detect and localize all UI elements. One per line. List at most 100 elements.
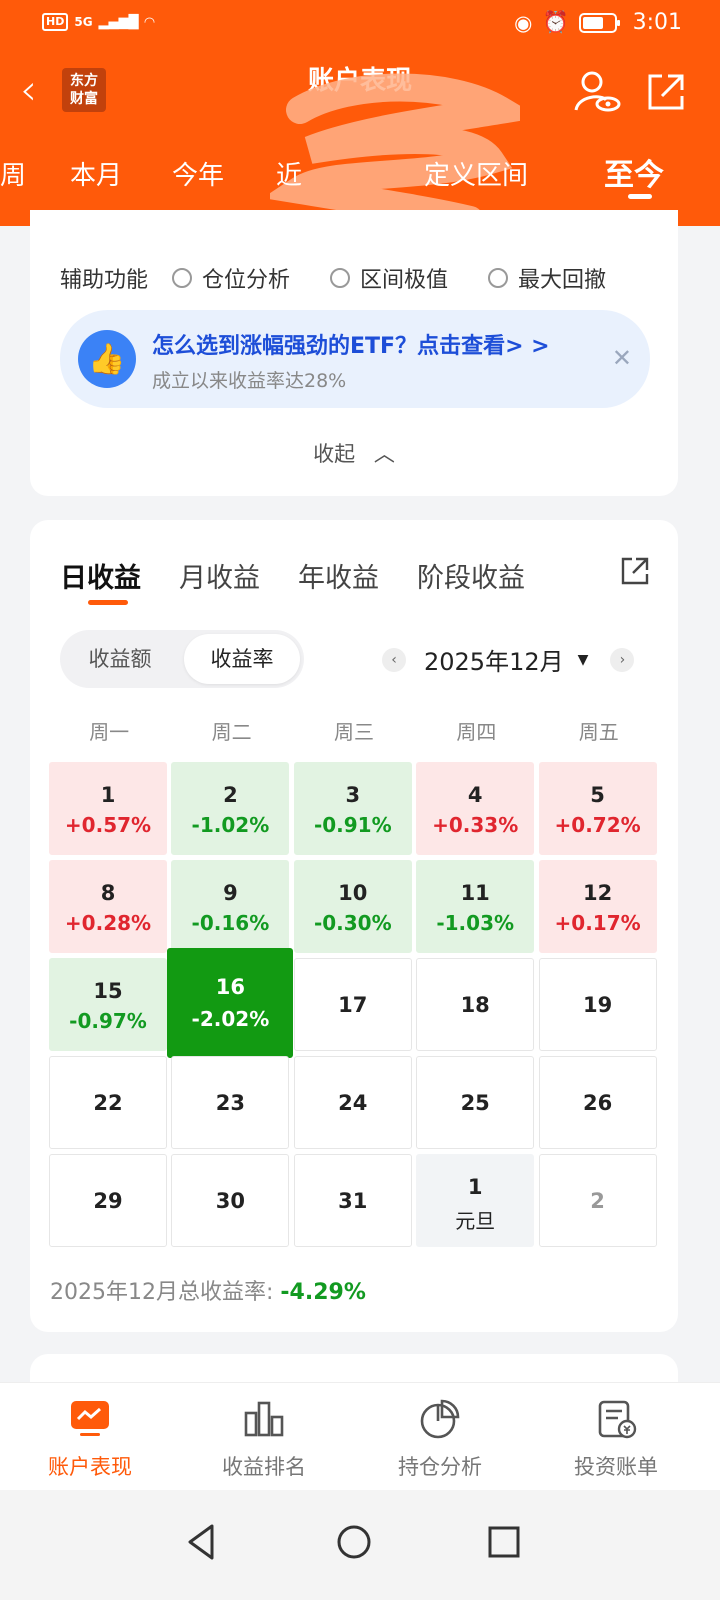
day-return: +0.72% [554, 813, 641, 837]
earnings-card: 日收益 月收益 年收益 阶段收益 收益额 收益率 ‹ 2025年12月 ▼ › … [30, 520, 678, 1332]
calendar-day-cell[interactable]: 18 [416, 958, 535, 1051]
tab-custom-range[interactable]: 定义区间 [424, 155, 528, 192]
bottom-nav: 账户表现 收益排名 持仓分析 投资账单 [0, 1382, 720, 1490]
calendar-day-cell[interactable]: 24 [293, 1056, 412, 1149]
total-value: -4.29% [280, 1280, 366, 1305]
radio-icon [330, 268, 351, 288]
back-triangle-icon[interactable] [180, 1520, 224, 1564]
calendar-day-cell[interactable]: 12 +0.17% [538, 860, 657, 953]
calendar-day-cell[interactable]: 30 [171, 1154, 290, 1247]
day-number: 30 [215, 1189, 245, 1213]
tab-this-month[interactable]: 本月 [70, 155, 122, 192]
back-button[interactable]: ‹ [20, 69, 54, 111]
calendar-day-cell[interactable]: 29 [49, 1154, 167, 1247]
signal-icon: ▂▄▆█ [98, 14, 139, 30]
day-number: 11 [460, 881, 490, 905]
nav-label: 账户表现 [48, 1455, 132, 1479]
app-logo: 东方 财富 [62, 68, 106, 112]
tab-stage[interactable]: 阶段收益 [417, 556, 525, 595]
system-nav-bar [0, 1490, 720, 1600]
calendar-day-cell[interactable]: 10 -0.30% [293, 860, 412, 953]
day-number: 4 [467, 783, 483, 807]
calendar-day-cell[interactable]: 22 [49, 1056, 167, 1149]
calendar-day-cell[interactable]: 16 -2.02% [167, 948, 294, 1058]
aux-label: 辅助功能 [60, 268, 149, 293]
eye-icon: ◉ [514, 10, 533, 35]
thumbs-up-icon: 👍 [78, 330, 136, 388]
nav-label: 收益排名 [222, 1455, 306, 1479]
calendar-day-cell[interactable]: 15 -0.97% [49, 958, 167, 1051]
weekday-label: 周三 [333, 720, 374, 744]
aux-card: 辅助功能 仓位分析 区间极值 最大回撤 👍 怎么选到涨幅强劲的ETF？点击查看>… [30, 210, 678, 496]
next-month-icon[interactable]: › [610, 647, 635, 672]
day-number: 25 [460, 1091, 490, 1115]
max-drawdown-option[interactable]: 最大回撤 [488, 262, 606, 294]
day-number: 29 [93, 1189, 123, 1213]
calendar-day-cell[interactable]: 2 [538, 1154, 657, 1247]
chevron-up-icon: ︿ [373, 442, 395, 466]
tab-recent[interactable]: 近 [276, 155, 302, 192]
promo-banner[interactable]: 👍 怎么选到涨幅强劲的ETF？点击查看> > 成立以来收益率达28% ✕ [60, 310, 650, 408]
clock-time: 3:01 [632, 10, 682, 35]
caret-down-icon[interactable]: ▼ [578, 652, 589, 668]
collapse-button[interactable]: 收起 ︿ [30, 438, 678, 468]
tab-monthly[interactable]: 月收益 [179, 556, 260, 595]
hd-badge: HD [42, 13, 69, 31]
calendar-day-cell[interactable]: 5 +0.72% [538, 762, 657, 855]
position-analysis-option[interactable]: 仓位分析 [172, 262, 290, 294]
aux-row: 辅助功能 仓位分析 区间极值 最大回撤 [60, 262, 606, 294]
share-icon[interactable] [644, 70, 688, 114]
calendar-day-cell[interactable]: 17 [293, 958, 412, 1051]
close-icon[interactable]: ✕ [612, 344, 632, 372]
range-extreme-option[interactable]: 区间极值 [330, 262, 448, 294]
calendar-day-cell[interactable]: 19 [538, 958, 657, 1051]
tab-yearly[interactable]: 年收益 [298, 556, 379, 595]
month-label[interactable]: 2025年12月 [424, 642, 564, 677]
calendar-day-cell[interactable]: 1 +0.57% [49, 762, 167, 855]
calendar-day-cell[interactable]: 26 [538, 1056, 657, 1149]
rate-option[interactable]: 收益率 [184, 634, 300, 684]
nav-investment-bill[interactable]: 投资账单 [526, 1397, 706, 1481]
tab-this-year[interactable]: 今年 [172, 155, 224, 192]
amount-option[interactable]: 收益额 [64, 634, 176, 684]
share-icon[interactable] [618, 554, 652, 588]
nav-earnings-rank[interactable]: 收益排名 [174, 1397, 354, 1481]
option-label: 仓位分析 [202, 268, 291, 293]
calendar-day-cell[interactable]: 1 元旦 [416, 1154, 535, 1247]
calendar-day-cell[interactable]: 3 -0.91% [293, 762, 412, 855]
day-number: 15 [93, 979, 123, 1003]
alarm-icon: ⏰ [542, 10, 569, 34]
day-return: +0.28% [64, 911, 152, 935]
weekday-label: 周二 [211, 720, 252, 744]
calendar-day-cell[interactable]: 9 -0.16% [171, 860, 290, 953]
tab-to-date[interactable]: 至今 [604, 150, 664, 194]
calendar-day-cell[interactable]: 2 -1.02% [171, 762, 290, 855]
calendar-day-cell[interactable]: 8 +0.28% [49, 860, 167, 953]
prev-month-icon[interactable]: ‹ [382, 647, 406, 672]
day-number: 5 [590, 783, 605, 807]
day-number: 24 [338, 1091, 368, 1115]
day-return: +0.57% [64, 813, 152, 837]
nav-holdings-analysis[interactable]: 持仓分析 [350, 1397, 530, 1481]
day-return: -0.30% [313, 911, 392, 935]
calendar-day-cell[interactable]: 31 [293, 1154, 412, 1247]
active-tab-indicator [628, 194, 652, 199]
recents-square-icon[interactable] [482, 1520, 526, 1564]
watch-person-icon[interactable] [572, 70, 622, 114]
home-circle-icon[interactable] [332, 1520, 376, 1564]
header: HD 5G ▂▄▆█ ◠ ◉ ⏰ 3:01 ‹ 东方 财富 账户表现 周 本月 今… [0, 0, 720, 230]
day-return: -0.16% [191, 911, 270, 935]
option-label: 最大回撤 [518, 268, 607, 293]
tab-week[interactable]: 周 [0, 155, 26, 192]
nav-account-performance[interactable]: 账户表现 [0, 1397, 180, 1481]
calendar-day-cell[interactable]: 25 [416, 1056, 535, 1149]
calendar-day-cell[interactable]: 23 [171, 1056, 290, 1149]
month-selector: ‹ 2025年12月 ▼ › [382, 642, 635, 677]
bar-rank-icon [244, 1401, 284, 1437]
tab-daily[interactable]: 日收益 [60, 556, 141, 595]
calendar-day-cell[interactable]: 11 -1.03% [416, 860, 535, 953]
day-number: 19 [582, 993, 613, 1017]
day-return: -0.91% [313, 813, 392, 837]
weekday-label: 周一 [89, 720, 130, 744]
calendar-day-cell[interactable]: 4 +0.33% [416, 762, 535, 855]
